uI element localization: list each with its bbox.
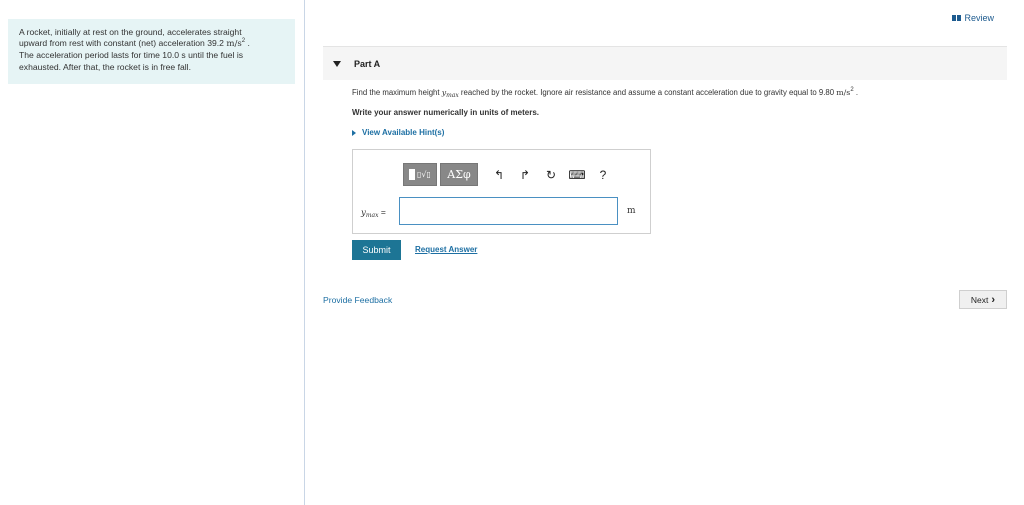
help-icon: ? — [599, 167, 607, 182]
hints-label: View Available Hint(s) — [362, 128, 445, 137]
panel-divider — [304, 0, 305, 505]
view-hints-link[interactable]: View Available Hint(s) — [352, 128, 444, 137]
problem-line-1: A rocket, initially at rest on the groun… — [19, 27, 242, 37]
answer-instruction: Write your answer numerically in units o… — [352, 108, 540, 117]
redo-icon: ↱ — [519, 167, 531, 182]
undo-icon: ↰ — [493, 167, 505, 182]
templates-button[interactable]: ▯√▯ — [403, 163, 437, 186]
part-title: Part A — [354, 58, 381, 69]
provide-feedback-link[interactable]: Provide Feedback — [323, 295, 392, 305]
review-link[interactable]: Review — [952, 13, 994, 23]
problem-line-2-text: upward from rest with constant (net) acc… — [19, 38, 227, 49]
math-toolbar: ▯√▯ ΑΣφ ↰ ↱ ↻ ⌨ ? — [403, 163, 616, 186]
request-answer-link[interactable]: Request Answer — [415, 245, 477, 254]
chevron-right-icon: › — [991, 293, 996, 306]
greek-symbols-label: ΑΣφ — [447, 168, 471, 181]
redo-button[interactable]: ↱ — [512, 163, 538, 186]
question-text-start: Find the maximum height — [352, 88, 442, 97]
keyboard-icon: ⌨ — [568, 167, 586, 182]
problem-line-2-end: . — [245, 38, 250, 49]
answer-equals: = — [378, 207, 386, 217]
acceleration-unit: m/s — [226, 39, 242, 50]
part-a-header[interactable]: Part A — [323, 46, 1007, 80]
problem-line-4: exhausted. After that, the rocket is in … — [19, 61, 191, 72]
answer-panel: ▯√▯ ΑΣφ ↰ ↱ ↻ ⌨ ? ymax = m — [352, 149, 651, 234]
problem-line-2: upward from rest with constant (net) acc… — [19, 38, 285, 50]
answer-variable-subscript: max — [365, 212, 379, 219]
question-text-end: . — [853, 88, 858, 97]
expand-caret-icon — [352, 129, 356, 136]
review-label: Review — [964, 13, 994, 23]
keyboard-button[interactable]: ⌨ — [564, 163, 590, 186]
question-variable-subscript: max — [446, 92, 459, 99]
problem-line-3: The acceleration period lasts for time 1… — [19, 50, 244, 61]
templates-icon: ▯√▯ — [409, 168, 431, 182]
next-label: Next — [970, 294, 989, 305]
undo-button[interactable]: ↰ — [486, 163, 512, 186]
question-text-middle: reached by the rocket. Ignore air resist… — [458, 88, 837, 97]
answer-variable-label: ymax = — [361, 207, 386, 219]
question-text: Find the maximum height ymax reached by … — [352, 87, 858, 99]
next-button[interactable]: Next › — [959, 290, 1007, 309]
answer-unit: m — [627, 206, 636, 216]
collapse-caret-icon — [333, 60, 341, 67]
answer-input[interactable] — [399, 197, 618, 225]
reset-icon: ↻ — [545, 167, 557, 182]
review-icon — [952, 15, 962, 21]
reset-button[interactable]: ↻ — [538, 163, 564, 186]
help-button[interactable]: ? — [590, 163, 616, 186]
gravity-unit: m/s — [836, 88, 851, 97]
submit-button[interactable]: Submit — [352, 240, 401, 260]
problem-statement: A rocket, initially at rest on the groun… — [8, 19, 295, 84]
greek-symbols-button[interactable]: ΑΣφ — [440, 163, 478, 186]
